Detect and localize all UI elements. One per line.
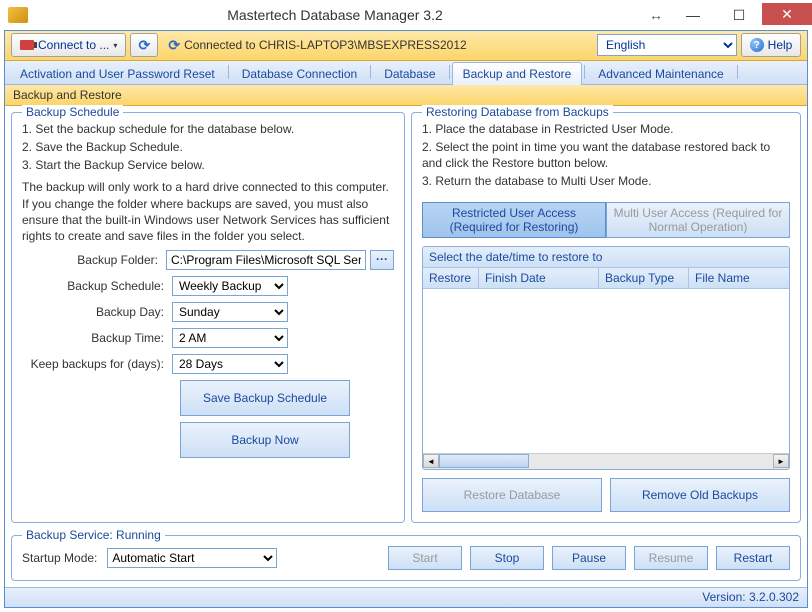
col-restore[interactable]: Restore <box>423 268 479 288</box>
backup-schedule-select[interactable]: Weekly Backup <box>172 276 288 296</box>
resume-button[interactable]: Resume <box>634 546 708 570</box>
backup-folder-input[interactable] <box>166 250 366 270</box>
backup-instructions: 1. Set the backup schedule for the datab… <box>22 121 394 174</box>
backup-day-select[interactable]: Sunday <box>172 302 288 322</box>
help-button[interactable]: ? Help <box>741 33 801 57</box>
app-icon <box>8 7 28 23</box>
scroll-left-arrow-icon[interactable]: ◄ <box>423 454 439 468</box>
multi-user-button[interactable]: Multi User Access (Required for Normal O… <box>606 202 790 238</box>
resize-handle-icon[interactable]: ↔ <box>642 7 670 23</box>
backup-time-select[interactable]: 2 AM <box>172 328 288 348</box>
horizontal-scrollbar[interactable]: ◄ ► <box>423 453 789 469</box>
instruction-line: 2. Select the point in time you want the… <box>422 139 790 171</box>
instruction-line: 1. Place the database in Restricted User… <box>422 121 790 137</box>
tab-separator <box>584 65 585 79</box>
titlebar: Mastertech Database Manager 3.2 ↔ — ☐ ✕ <box>0 0 812 30</box>
connection-status-text: Connected to CHRIS-LAPTOP3\MBSEXPRESS201… <box>184 38 467 52</box>
dropdown-arrow-icon: ▾ <box>113 41 117 50</box>
backup-time-label: Backup Time: <box>22 331 172 345</box>
refresh-icon <box>139 37 151 54</box>
status-icon <box>168 37 180 54</box>
backup-schedule-legend: Backup Schedule <box>22 105 123 119</box>
instruction-line: 1. Set the backup schedule for the datab… <box>22 121 394 137</box>
close-button[interactable]: ✕ <box>762 3 812 25</box>
restore-grid-header: Restore Finish Date Backup Type File Nam… <box>423 268 789 289</box>
help-label: Help <box>768 38 793 52</box>
restore-legend: Restoring Database from Backups <box>422 105 613 119</box>
backup-schedule-fieldset: Backup Schedule 1. Set the backup schedu… <box>11 112 405 523</box>
col-file-name[interactable]: File Name <box>689 268 789 288</box>
stop-button[interactable]: Stop <box>470 546 544 570</box>
tab-separator <box>737 65 738 79</box>
keep-backups-label: Keep backups for (days): <box>22 357 172 371</box>
plug-icon <box>20 40 34 50</box>
minimize-button[interactable]: — <box>670 3 716 27</box>
tab-separator <box>228 65 229 79</box>
keep-backups-select[interactable]: 28 Days <box>172 354 288 374</box>
help-icon: ? <box>750 38 764 52</box>
main-toolbar: Connect to ... ▾ Connected to CHRIS-LAPT… <box>5 31 807 61</box>
startup-mode-select[interactable]: Automatic Start <box>107 548 277 568</box>
window-title: Mastertech Database Manager 3.2 <box>28 7 642 23</box>
version-label: Version: 3.2.0.302 <box>702 590 799 604</box>
refresh-button[interactable] <box>130 33 158 57</box>
instruction-line: 3. Start the Backup Service below. <box>22 157 394 173</box>
col-finish-date[interactable]: Finish Date <box>479 268 599 288</box>
instruction-line: 3. Return the database to Multi User Mod… <box>422 173 790 189</box>
tab-database[interactable]: Database <box>373 62 446 85</box>
backup-service-legend: Backup Service: Running <box>22 528 165 542</box>
start-button[interactable]: Start <box>388 546 462 570</box>
tab-separator <box>449 65 450 79</box>
scroll-thumb[interactable] <box>439 454 529 468</box>
restart-button[interactable]: Restart <box>716 546 790 570</box>
connection-status: Connected to CHRIS-LAPTOP3\MBSEXPRESS201… <box>162 37 593 54</box>
restore-database-button[interactable]: Restore Database <box>422 478 602 512</box>
browse-button[interactable]: ··· <box>370 250 394 270</box>
pause-button[interactable]: Pause <box>552 546 626 570</box>
tab-backup-restore[interactable]: Backup and Restore <box>452 62 583 85</box>
tabstrip: Activation and User Password Reset Datab… <box>5 61 807 85</box>
restore-grid-body[interactable] <box>423 289 789 453</box>
tab-database-connection[interactable]: Database Connection <box>231 62 368 85</box>
backup-note: The backup will only work to a hard driv… <box>22 179 394 244</box>
connect-label: Connect to ... <box>38 38 109 52</box>
maximize-button[interactable]: ☐ <box>716 3 762 27</box>
restore-fieldset: Restoring Database from Backups 1. Place… <box>411 112 801 523</box>
backup-schedule-label: Backup Schedule: <box>22 279 172 293</box>
save-backup-schedule-button[interactable]: Save Backup Schedule <box>180 380 350 416</box>
col-backup-type[interactable]: Backup Type <box>599 268 689 288</box>
startup-mode-label: Startup Mode: <box>22 551 97 565</box>
restore-grid-title: Select the date/time to restore to <box>423 247 789 268</box>
backup-folder-label: Backup Folder: <box>22 253 166 267</box>
language-select[interactable]: English <box>597 34 737 56</box>
backup-now-button[interactable]: Backup Now <box>180 422 350 458</box>
scroll-right-arrow-icon[interactable]: ► <box>773 454 789 468</box>
tab-advanced-maintenance[interactable]: Advanced Maintenance <box>587 62 734 85</box>
statusbar: Version: 3.2.0.302 <box>5 587 807 607</box>
connect-button[interactable]: Connect to ... ▾ <box>11 33 126 57</box>
backup-service-fieldset: Backup Service: Running Startup Mode: Au… <box>11 535 801 581</box>
remove-old-backups-button[interactable]: Remove Old Backups <box>610 478 790 512</box>
tab-separator <box>370 65 371 79</box>
restore-grid: Select the date/time to restore to Resto… <box>422 246 790 470</box>
tab-activation[interactable]: Activation and User Password Reset <box>9 62 226 85</box>
restricted-user-button[interactable]: Restricted User Access (Required for Res… <box>422 202 606 238</box>
instruction-line: 2. Save the Backup Schedule. <box>22 139 394 155</box>
subheader: Backup and Restore <box>5 85 807 106</box>
restore-instructions: 1. Place the database in Restricted User… <box>422 121 790 192</box>
backup-day-label: Backup Day: <box>22 305 172 319</box>
